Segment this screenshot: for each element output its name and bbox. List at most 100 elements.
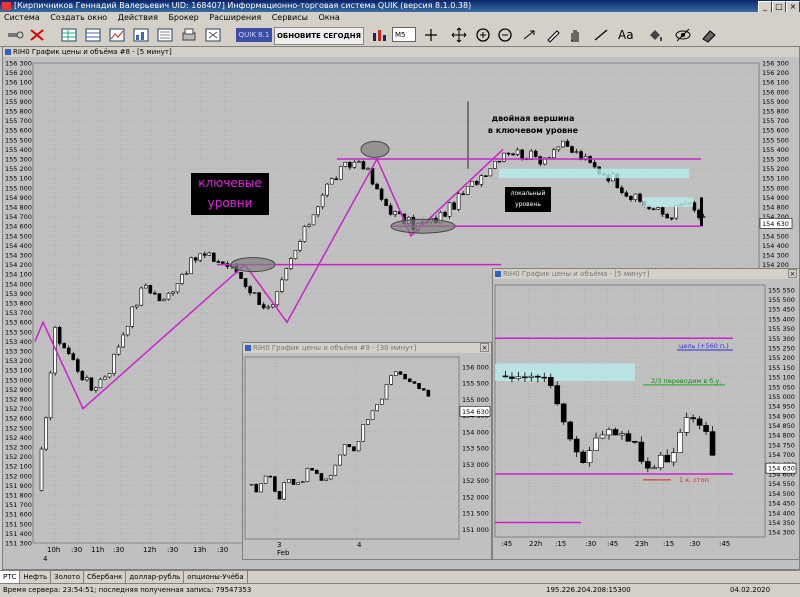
fill-icon[interactable] (646, 27, 664, 43)
tab-options-study[interactable]: опционы-Учёба (184, 571, 248, 583)
w30-candle (417, 383, 421, 389)
connect-icon[interactable] (6, 27, 24, 43)
y-tick-label-right: 154 300 (762, 252, 789, 260)
chart-30min-window[interactable]: RIH0 График цены и объёма #9 - [30 минут… (242, 342, 492, 560)
main-candle (565, 140, 570, 147)
minimize-button[interactable]: _ (758, 1, 772, 12)
chart-window-icon[interactable] (108, 27, 126, 43)
w5-candle (625, 433, 632, 442)
close-window-button[interactable]: × (480, 343, 489, 352)
menu-extensions[interactable]: Расширения (209, 13, 261, 22)
zoom-out-icon[interactable] (496, 27, 514, 43)
plot-area (494, 284, 766, 538)
main-candle (148, 285, 153, 294)
text-tool-icon[interactable]: Aa (618, 27, 640, 43)
menu-actions[interactable]: Действия (118, 13, 158, 22)
tab-gold[interactable]: Золото (51, 571, 85, 583)
main-candle (361, 161, 366, 170)
orders-table-icon[interactable] (84, 27, 102, 43)
chart-30min[interactable]: 156 000155 500155 000154 500154 000153 5… (243, 353, 491, 559)
eraser-icon[interactable] (700, 27, 718, 43)
main-candle (497, 160, 502, 163)
menu-system[interactable]: Система (4, 13, 40, 22)
tab-oil[interactable]: Нефть (20, 571, 52, 583)
y-tick-label: 154 800 (768, 432, 795, 440)
crosshair-icon[interactable] (422, 27, 440, 43)
x-tick-label: :45 (501, 540, 512, 548)
main-candle (656, 207, 660, 210)
date-label: 4 (43, 555, 48, 563)
main-candle (252, 292, 257, 295)
y-tick-label-right: 155 100 (762, 175, 789, 183)
trendline-icon[interactable] (592, 27, 610, 43)
refresh-today-button[interactable]: ОБНОВИТЕ СЕГОДНЯ (274, 27, 364, 45)
main-candle (289, 258, 293, 269)
chart-5min-window[interactable]: RIH0 График цены и объёма - [5 минут] × … (492, 268, 800, 560)
w30-candle (361, 424, 366, 442)
pencil-icon[interactable] (544, 27, 562, 43)
main-candle (488, 168, 493, 177)
tab-usd-rub[interactable]: доллар-рубль (126, 571, 185, 583)
w30-candle (291, 478, 296, 485)
menu-services[interactable]: Сервисы (272, 13, 308, 22)
quik-version-button[interactable]: QUIK 8.1 (236, 28, 272, 42)
new-table-icon[interactable] (60, 27, 78, 43)
workspace-tabs: РТС Нефть Золото Сбербанк доллар-рубль опцион… (0, 570, 800, 584)
y-tick-label: 152 600 (5, 415, 32, 423)
close-button[interactable]: × (786, 1, 800, 12)
hand-icon[interactable] (566, 27, 584, 43)
main-candle (202, 253, 207, 256)
main-candle (216, 261, 221, 263)
menu-windows[interactable]: Окна (318, 13, 339, 22)
app-title-bar: [Кирпичников Геннадий Валерьевич UID: 16… (0, 0, 800, 12)
y-tick-label: 154 300 (768, 529, 795, 537)
print-icon[interactable] (180, 27, 198, 43)
menu-broker[interactable]: Брокер (168, 13, 198, 22)
w5-candle (599, 434, 606, 439)
arrows-icon[interactable] (520, 27, 538, 43)
y-tick-label-right: 155 900 (762, 98, 789, 106)
y-tick-label: 154 350 (768, 519, 795, 527)
y-tick-label: 156 000 (5, 88, 32, 96)
main-candle (171, 291, 175, 294)
y-tick-label: 153 700 (5, 309, 32, 317)
close-window-button[interactable]: × (788, 269, 797, 278)
y-tick-label: 154 700 (5, 213, 32, 221)
target-label: цель (+560 п.) (679, 342, 729, 350)
chart-5min[interactable]: 155 550 155 500 155 450155 400 155 350 155 3… (493, 279, 799, 559)
y-tick-label: 155 450 (768, 306, 795, 314)
tab-sberbank[interactable]: Сбербанк (84, 571, 127, 583)
main-candle (443, 212, 447, 217)
main-candle (48, 372, 53, 419)
y-tick-label: 152 700 (5, 405, 32, 413)
w30-candle (370, 410, 375, 420)
y-tick-label-right: 156 300 (762, 60, 789, 68)
w5-candle (664, 454, 671, 463)
main-candle (112, 353, 116, 374)
zoom-in-icon[interactable] (474, 27, 492, 43)
hide-icon[interactable] (674, 27, 692, 43)
y-tick-label: 154 600 (5, 223, 32, 231)
w5-candle (509, 376, 515, 379)
app-title: [Кирпичников Геннадий Валерьевич UID: 16… (14, 1, 472, 10)
quotes-icon[interactable] (156, 27, 174, 43)
maximize-button[interactable]: □ (772, 1, 786, 12)
chart-type-icon[interactable] (370, 27, 388, 43)
y-tick-label-right: 155 600 (762, 127, 789, 135)
w5-candle (703, 425, 709, 432)
w30-candle (305, 468, 310, 482)
w5-candle (709, 431, 716, 456)
disconnect-icon[interactable] (28, 27, 46, 43)
timeframe-select[interactable]: M5 (392, 27, 416, 42)
y-tick-label: 154 500 (5, 232, 32, 240)
menu-create-window[interactable]: Создать окно (50, 13, 107, 22)
portfolio-icon[interactable] (132, 27, 150, 43)
main-candle (107, 373, 112, 378)
tab-rts[interactable]: РТС (0, 571, 21, 583)
main-candle (570, 146, 574, 153)
settings-icon[interactable] (204, 27, 222, 43)
move-icon[interactable] (450, 27, 468, 43)
main-candle (62, 343, 67, 349)
y-tick-label: 153 800 (5, 300, 32, 308)
w30-candle (366, 419, 370, 425)
